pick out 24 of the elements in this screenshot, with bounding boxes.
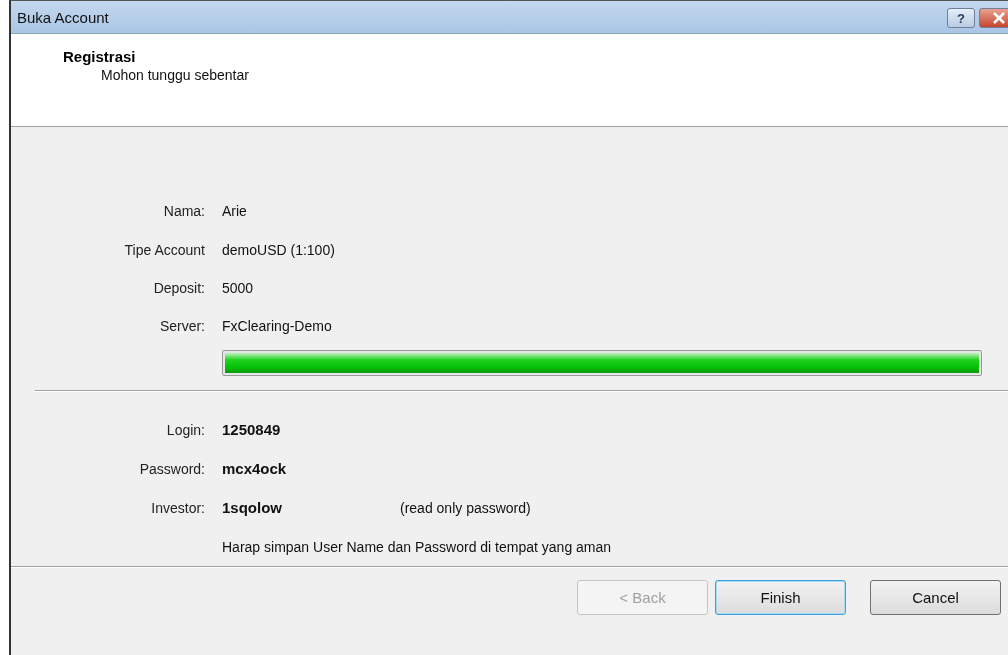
field-value: mcx4ock <box>222 460 287 477</box>
close-icon <box>992 12 1006 24</box>
field-value: 5000 <box>222 280 254 296</box>
field-value: FxClearing-Demo <box>222 318 332 334</box>
field-label: Password: <box>138 460 205 477</box>
field-note: (read only password) <box>400 499 531 516</box>
field-value: 1sqolow <box>222 499 283 516</box>
dialog-button[interactable]: Finish <box>715 580 846 615</box>
close-button[interactable] <box>979 8 1008 28</box>
page-title: Registrasi <box>63 48 137 65</box>
page-subtitle: Mohon tunggu sebentar <box>101 67 250 83</box>
field-value: demoUSD (1:100) <box>222 242 335 258</box>
help-button[interactable]: ? <box>947 8 975 28</box>
field-label: Tipe Account <box>123 242 205 258</box>
notice-text: Harap simpan User Name dan Password di tempat yang aman <box>222 538 612 555</box>
dialog-button[interactable]: Cancel <box>870 580 1001 615</box>
field-value: Arie <box>222 203 247 219</box>
field-label: Nama: <box>162 203 205 219</box>
field-label: Investor: <box>150 499 205 516</box>
field-value: 1250849 <box>222 421 281 438</box>
field-label: Server: <box>158 318 205 334</box>
window-title: Buka Account <box>17 8 109 26</box>
field-label: Deposit: <box>152 280 205 296</box>
field-label: Login: <box>165 421 205 438</box>
